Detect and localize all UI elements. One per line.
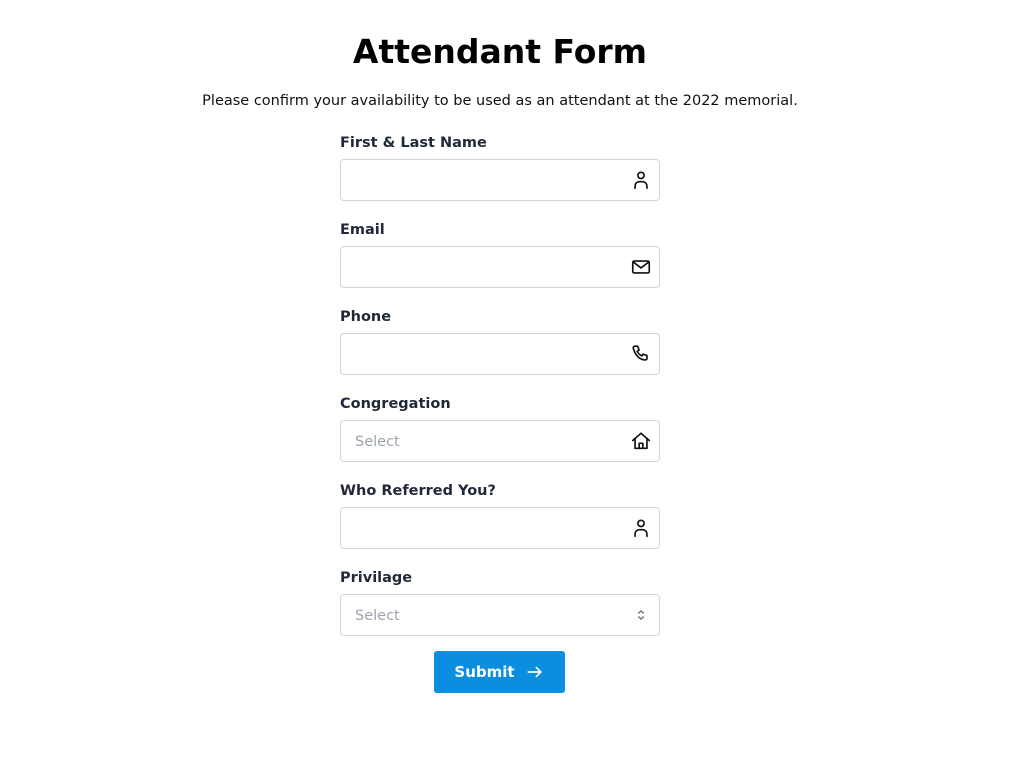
privilage-field-group: Privilage Select: [340, 568, 660, 655]
congregation-select-placeholder: Select: [355, 434, 400, 450]
name-input[interactable]: [341, 160, 659, 200]
page-subtitle: Please confirm your availability to be u…: [202, 93, 798, 109]
referrer-input[interactable]: [341, 508, 659, 548]
referrer-input-wrapper: [340, 507, 660, 549]
house-icon: [630, 430, 652, 452]
person-icon: [630, 169, 652, 191]
email-input-wrapper: [340, 246, 660, 288]
chevron-up-down-icon: [630, 604, 652, 626]
name-input-wrapper: [340, 159, 660, 201]
envelope-icon: [630, 256, 652, 278]
phone-field-group: Phone: [340, 307, 660, 394]
email-field-group: Email: [340, 220, 660, 307]
submit-button-label: Submit: [454, 663, 515, 681]
name-label: First & Last Name: [340, 135, 487, 151]
arrow-right-icon: [527, 666, 542, 678]
referrer-label: Who Referred You?: [340, 483, 496, 499]
phone-label: Phone: [340, 309, 392, 325]
referrer-field-group: Who Referred You?: [340, 481, 660, 568]
privilage-select-placeholder: Select: [355, 608, 400, 624]
phone-input-wrapper: [340, 333, 660, 375]
email-input[interactable]: [341, 247, 659, 287]
congregation-select[interactable]: Select: [340, 420, 660, 462]
attendant-form: First & Last Name Email Phone Congregati…: [340, 133, 660, 655]
person-icon: [630, 517, 652, 539]
submit-button[interactable]: Submit: [434, 651, 565, 693]
phone-icon: [630, 343, 652, 365]
phone-input[interactable]: [341, 334, 659, 374]
congregation-field-group: Congregation Select: [340, 394, 660, 481]
submit-container: Submit: [434, 651, 565, 693]
name-field-group: First & Last Name: [340, 133, 660, 220]
email-label: Email: [340, 222, 385, 238]
page-title: Attendant Form: [352, 32, 648, 71]
congregation-label: Congregation: [340, 396, 451, 412]
privilage-select[interactable]: Select: [340, 594, 660, 636]
privilage-label: Privilage: [340, 570, 413, 586]
